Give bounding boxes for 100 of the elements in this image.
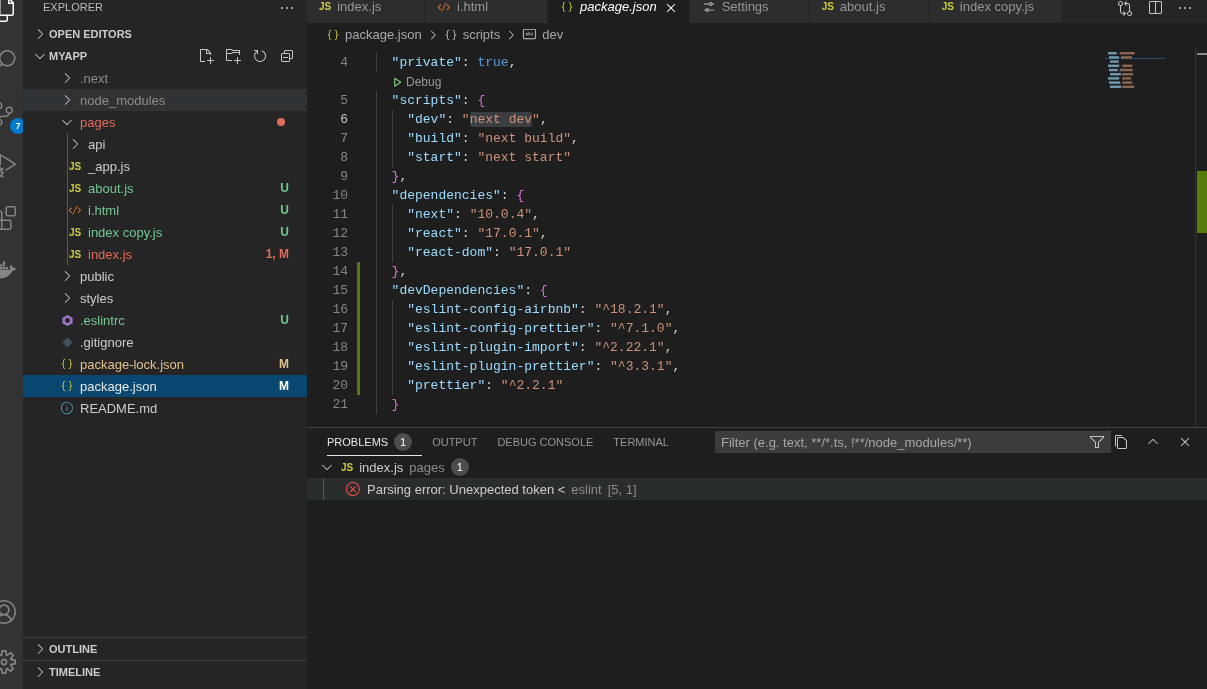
debug-codelens[interactable]: Debug [391,74,442,89]
editor-tab[interactable]: package.json [548,0,690,23]
code-line: "eslint-config-prettier": "^7.1.0", [406,321,681,336]
problem-item[interactable]: Parsing error: Unexpected token < eslint [5, 1] [307,478,1207,500]
new-file-icon[interactable] [198,48,214,64]
new-folder-icon[interactable] [225,48,241,64]
line-number: 4 [340,55,348,70]
section-header[interactable]: TIMELINE [23,660,307,683]
line-number: 7 [340,131,348,146]
file-tree-item[interactable]: README.md [23,397,307,419]
info-icon [60,401,74,415]
file-tree-item[interactable]: JS _app.js [23,155,307,177]
js-file-icon: JS [319,0,332,14]
file-tree-item[interactable]: .gitignore [23,331,307,353]
file-tree-item[interactable]: package.json M [23,375,307,397]
folder-title: MYAPP [49,50,89,62]
file-tree-item[interactable]: pages [23,111,307,133]
js-file-icon: JS [821,0,834,14]
line-number: 18 [332,340,348,355]
file-name: README.md [80,400,159,416]
file-name: node_modules [80,92,167,108]
editor-tab[interactable]: Settings [689,0,810,23]
file-tree-item[interactable]: styles [23,287,307,309]
section-header[interactable]: OPEN EDITORS [23,23,307,45]
error-icon [345,481,361,497]
git-status: U [280,313,289,327]
js-file-icon: JS [341,461,354,473]
problem-source: eslint [571,481,602,497]
line-number: 15 [332,283,348,298]
file-tree-item[interactable]: JS index copy.js U [23,221,307,243]
file-tree-item[interactable]: .next [23,67,307,89]
folder-name: pages [409,459,445,475]
breadcrumb[interactable]: package.json [326,27,422,42]
line-number: 6 [340,112,348,127]
file-tree-item[interactable]: JS about.js U [23,177,307,199]
panel-tab[interactable]: DEBUG CONSOLE [497,428,604,456]
play-icon [391,75,403,88]
line-number: 11 [332,207,348,222]
editor-tab[interactable]: i.html [425,0,548,23]
collapse-all-icon[interactable] [279,48,295,64]
count-badge: 7 [10,118,23,134]
refresh-icon[interactable] [252,48,268,64]
panel-tab[interactable]: OUTPUT [432,428,488,456]
file-tree-item[interactable]: public [23,265,307,287]
code-line: "prettier": "^2.2.1" [406,378,564,393]
git-status: U [280,203,289,217]
section-header[interactable]: OUTLINE [23,637,307,660]
file-tree-item[interactable]: node_modules [23,89,307,111]
filter-field[interactable]: Filter (e.g. text, **/*.ts, !**/node_modules/**) [714,431,1111,453]
code-line: }, [390,169,408,184]
breadcrumb[interactable]: dev [522,27,564,42]
code-line: "dev": "next dev", [406,112,548,127]
problem-position: [5, 1] [607,481,637,497]
line-number: 5 [340,93,348,108]
braces-icon [560,0,574,14]
code-brackets-icon [68,203,82,217]
file-name: index copy.js [88,224,164,240]
editor-tab[interactable]: JS index.js [307,0,425,23]
file-name: styles [80,290,115,306]
file-name: pages [80,114,117,130]
line-number: 14 [332,264,348,279]
file-tree-item[interactable]: api [23,133,307,155]
line-number: 21 [332,397,348,412]
braces-icon [326,27,340,42]
code-brackets-icon [437,0,451,14]
editor-tab[interactable]: JS about.js [809,0,930,23]
file-tree-item[interactable]: package-lock.json M [23,353,307,375]
count-badge: 1 [450,458,469,476]
code-line: "build": "next build", [406,131,579,146]
line-number: 9 [340,169,348,184]
file-name: .eslintrc [80,312,126,328]
editor-tab[interactable]: JS index copy.js [929,0,1063,23]
panel-tab[interactable]: PROBLEMS 1 [327,428,423,456]
settings-lines-icon [701,0,716,14]
code-line: }, [390,264,408,279]
scroll-marker [1197,171,1207,233]
maximize-icon[interactable] [1113,434,1129,450]
file-tree-item[interactable]: JS index.js 1, M [23,243,307,265]
file-tree-item[interactable]: i.html U [23,199,307,221]
file-name: .next [80,70,110,86]
line-number: 20 [332,378,348,393]
hexagon-icon [60,313,74,327]
count-badge: 1 [394,432,413,451]
file-tree-item[interactable]: .eslintrc U [23,309,307,331]
code-line: "eslint-plugin-import": "^2.22.1", [406,340,673,355]
line-number: 8 [340,150,348,165]
split-editor-icon[interactable] [1147,0,1163,16]
diamond-icon [61,336,73,348]
filter-icon[interactable] [1088,434,1105,450]
git-status: 1, M [265,247,289,261]
braces-icon [443,27,458,42]
file-name: about.js [88,180,135,196]
sidebar-title: EXPLORER [43,0,103,14]
compare-icon[interactable] [1117,0,1133,16]
file-name: package-lock.json [80,356,186,372]
problem-file[interactable]: JS index.js pages 1 [307,456,1207,478]
line-number: 19 [332,359,348,374]
string-symbol-icon [522,27,538,42]
panel-tab[interactable]: TERMINAL [613,428,679,456]
breadcrumb[interactable]: scripts [443,27,501,42]
